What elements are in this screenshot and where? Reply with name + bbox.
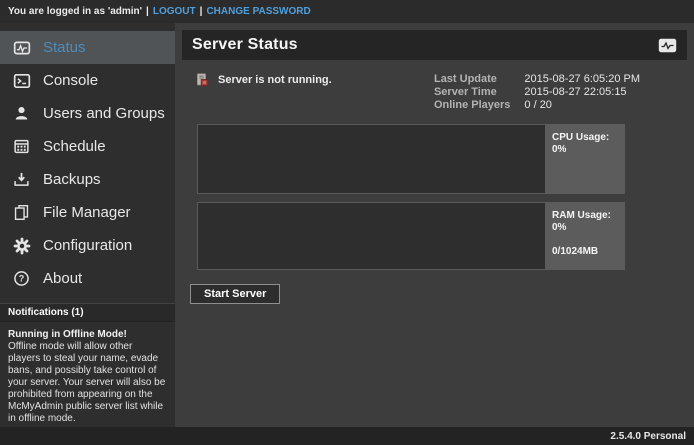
- server-info-table: Last Update 2015-08-27 6:05:20 PM Server…: [434, 73, 640, 112]
- start-server-button[interactable]: Start Server: [190, 284, 280, 304]
- notification-title: Running in Offline Mode!: [8, 329, 167, 341]
- sidebar-item-status[interactable]: Status: [0, 31, 175, 64]
- separator: |: [200, 6, 203, 17]
- server-stopped-icon: [195, 73, 210, 87]
- info-value: 2015-08-27 22:05:15: [524, 86, 640, 99]
- sidebar-nav: Status Console Users and Groups: [0, 31, 175, 295]
- sidebar-item-console[interactable]: Console: [0, 64, 175, 97]
- status-row: Server is not running. Last Update 2015-…: [195, 73, 687, 112]
- notifications-header: Notifications (1): [0, 303, 175, 322]
- sidebar-item-label: Backups: [43, 171, 101, 188]
- separator: |: [146, 6, 149, 17]
- info-row: Server Time 2015-08-27 22:05:15: [434, 86, 640, 99]
- status-text: Server is not running.: [218, 74, 332, 86]
- sidebar-item-label: Users and Groups: [43, 105, 165, 122]
- file-manager-icon: [12, 203, 31, 222]
- info-label: Online Players: [434, 99, 524, 112]
- cpu-usage-label-box: CPU Usage: 0%: [545, 124, 625, 194]
- console-icon: [12, 71, 31, 90]
- sidebar-item-label: Configuration: [43, 237, 132, 254]
- notification-text: Offline mode will allow other players to…: [8, 341, 167, 425]
- info-label: Server Time: [434, 86, 524, 99]
- status-chart-icon: [12, 38, 31, 57]
- help-icon: ?: [12, 269, 31, 288]
- cpu-usage-chart: CPU Usage: 0%: [197, 124, 625, 194]
- info-value: 0 / 20: [524, 99, 640, 112]
- ram-usage-chart: RAM Usage: 0% 0/1024MB: [197, 202, 625, 270]
- notifications-panel: Notifications (1) Running in Offline Mod…: [0, 303, 175, 432]
- sidebar-item-backups[interactable]: Backups: [0, 163, 175, 196]
- ram-chart-area: [197, 202, 545, 270]
- calendar-icon: [12, 137, 31, 156]
- cpu-chart-area: [197, 124, 545, 194]
- sidebar-item-label: File Manager: [43, 204, 131, 221]
- info-label: Last Update: [434, 73, 524, 86]
- ram-usage-label-box: RAM Usage: 0% 0/1024MB: [545, 202, 625, 270]
- info-row: Last Update 2015-08-27 6:05:20 PM: [434, 73, 640, 86]
- version-label: 2.5.4.0 Personal: [610, 431, 686, 442]
- topbar: You are logged in as 'admin' | LOGOUT | …: [0, 0, 694, 23]
- sidebar: Status Console Users and Groups: [0, 23, 175, 445]
- info-row: Online Players 0 / 20: [434, 99, 640, 112]
- sidebar-item-file-manager[interactable]: File Manager: [0, 196, 175, 229]
- page-title: Server Status: [192, 36, 298, 54]
- sidebar-item-configuration[interactable]: Configuration: [0, 229, 175, 262]
- main-header: Server Status: [182, 30, 687, 60]
- footer: 2.5.4.0 Personal: [0, 427, 694, 445]
- sidebar-item-about[interactable]: ? About: [0, 262, 175, 295]
- sidebar-item-schedule[interactable]: Schedule: [0, 130, 175, 163]
- server-status-message: Server is not running.: [195, 73, 332, 87]
- ram-usage-value: 0%: [552, 222, 618, 234]
- status-chart-icon: [658, 38, 677, 53]
- ram-usage-label: RAM Usage:: [552, 210, 618, 222]
- sidebar-item-label: Schedule: [43, 138, 106, 155]
- info-value: 2015-08-27 6:05:20 PM: [524, 73, 640, 86]
- sidebar-item-label: Status: [43, 39, 86, 56]
- users-icon: [12, 104, 31, 123]
- sidebar-item-users-and-groups[interactable]: Users and Groups: [0, 97, 175, 130]
- svg-text:?: ?: [19, 274, 25, 284]
- change-password-link[interactable]: CHANGE PASSWORD: [206, 6, 310, 17]
- logout-link[interactable]: LOGOUT: [153, 6, 196, 17]
- logged-in-text: You are logged in as 'admin': [8, 6, 142, 17]
- gear-icon: [12, 236, 31, 255]
- cpu-usage-label: CPU Usage:: [552, 132, 618, 144]
- notification-item: Running in Offline Mode! Offline mode wi…: [0, 322, 175, 432]
- sidebar-item-label: About: [43, 270, 82, 287]
- main-panel: Server Status Server is not running.: [175, 23, 694, 427]
- backups-download-icon: [12, 170, 31, 189]
- ram-usage-detail: 0/1024MB: [552, 246, 618, 258]
- cpu-usage-value: 0%: [552, 144, 618, 156]
- sidebar-item-label: Console: [43, 72, 98, 89]
